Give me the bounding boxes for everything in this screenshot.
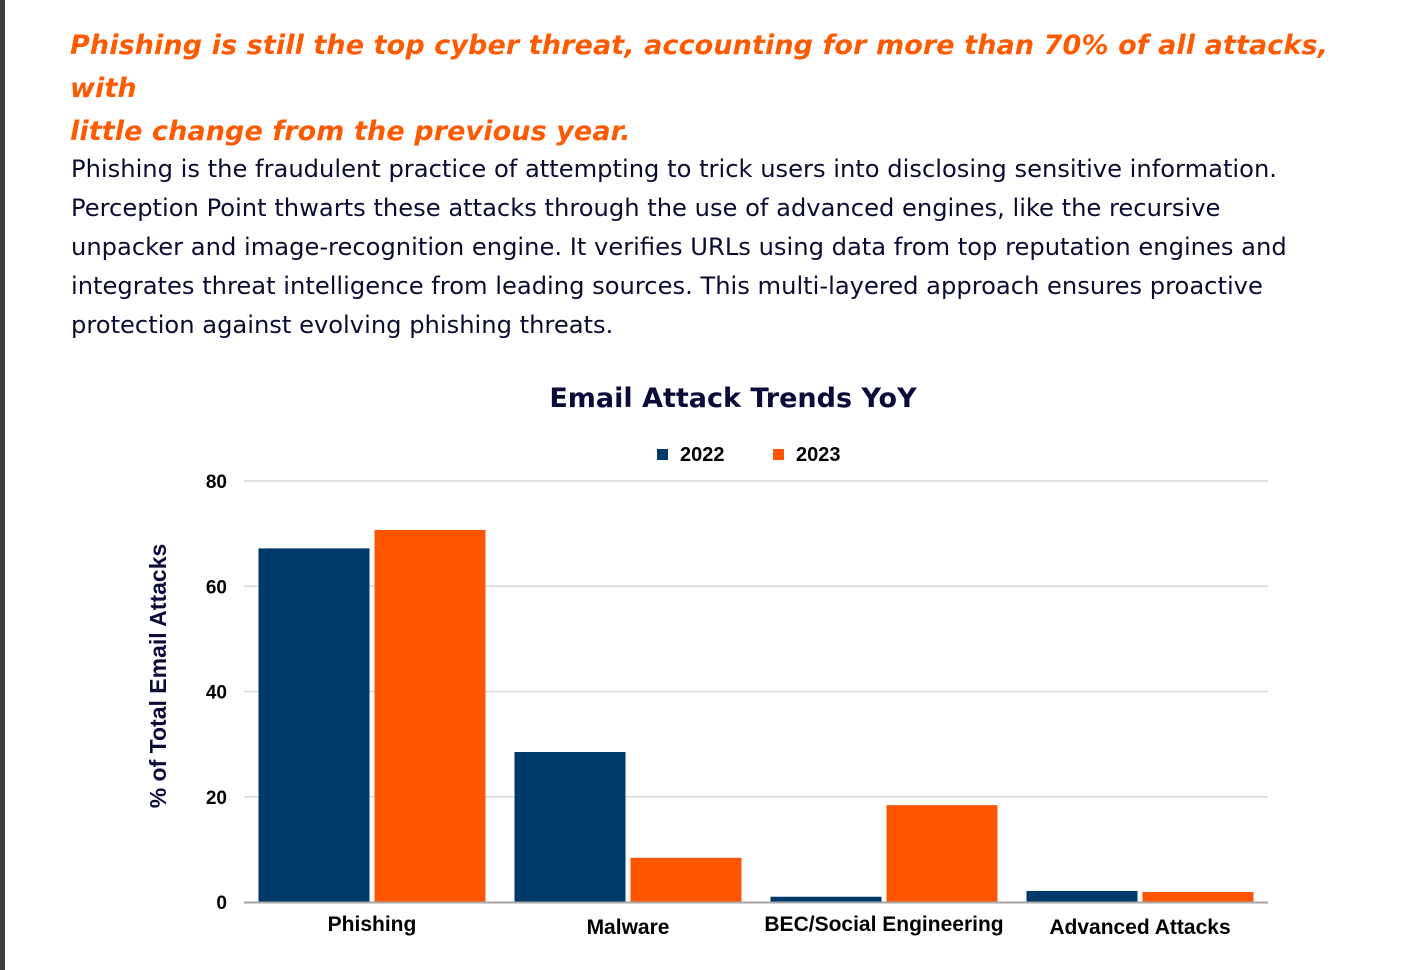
chart-title: Email Attack Trends YoY: [549, 383, 917, 414]
y-axis-ticks: 0 20 40 60 80: [206, 472, 227, 914]
y-axis-label: % of Total Email Attacks: [145, 544, 171, 809]
legend-swatch-2023: [773, 449, 784, 460]
bar-bec-social-engineering-2023: [886, 805, 998, 902]
bar-malware-2023: [630, 857, 742, 902]
legend-label-2022: 2022: [680, 444, 725, 466]
legend: 2022 2023: [657, 444, 841, 466]
x-category-label: Malware: [587, 916, 670, 939]
y-tick-label: 0: [216, 893, 227, 914]
y-tick-label: 20: [206, 788, 227, 809]
bar-bec-social-engineering-2022: [770, 896, 882, 902]
y-tick-label: 60: [206, 577, 227, 598]
y-tick-label: 80: [206, 472, 227, 493]
x-category-label: Phishing: [328, 913, 417, 936]
bar-phishing-2023: [374, 529, 486, 902]
legend-label-2023: 2023: [796, 444, 841, 466]
x-category-label: BEC/Social Engineering: [764, 913, 1003, 936]
legend-swatch-2022: [657, 449, 668, 460]
bar-phishing-2022: [258, 548, 370, 902]
bar-malware-2022: [514, 752, 626, 902]
y-tick-label: 40: [206, 683, 227, 704]
bar-advanced-attacks-2023: [1142, 892, 1254, 902]
x-axis-categories: Phishing Malware BEC/Social Engineering Adv…: [328, 913, 1231, 939]
x-category-label: Advanced Attacks: [1049, 916, 1230, 939]
bar-advanced-attacks-2022: [1026, 890, 1138, 902]
email-attack-trends-chart: Email Attack Trends YoY 2022 2023 % of T…: [145, 383, 1268, 939]
